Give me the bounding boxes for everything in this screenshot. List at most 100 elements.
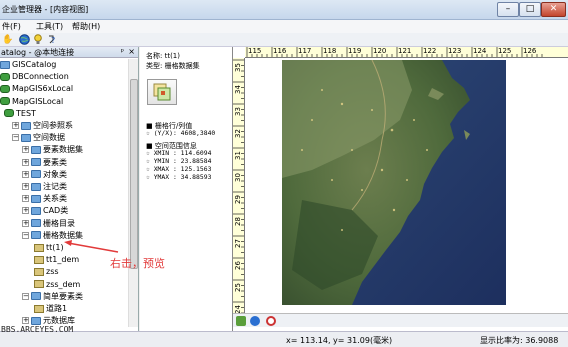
window-title: 企业管理器 - [内容视图]: [2, 5, 89, 14]
svg-text:?: ?: [51, 36, 55, 45]
tree-item[interactable]: + 关系类: [22, 193, 67, 205]
ruler-top-label: 124: [473, 47, 487, 55]
menu-bar: 件(F) 工具(T) 帮助(H): [0, 20, 568, 33]
folder-icon: [31, 219, 41, 228]
properties-panel: 名称: tt(1) 类型: 栅格数据集 ■ 栅格行/列值 ☆ (Y/X): 46…: [140, 47, 233, 347]
dataset-type: 类型: 栅格数据集: [146, 62, 200, 70]
menu-help[interactable]: 帮助(H): [72, 21, 100, 32]
tree-item[interactable]: zss: [34, 266, 59, 278]
ruler-left-label: 33: [234, 107, 242, 116]
tree-item-label: GISCatalog: [12, 60, 57, 69]
folder-icon: [31, 145, 41, 154]
minimize-button[interactable]: –: [497, 2, 519, 17]
help-icon[interactable]: ?: [46, 34, 58, 46]
database-icon: [0, 97, 10, 106]
tree-item-label: 空间参照系: [33, 121, 73, 130]
ruler-top-label: 121: [398, 47, 412, 55]
tree-item[interactable]: + 注记类: [22, 181, 67, 193]
close-button[interactable]: ✕: [541, 2, 566, 17]
expand-toggle-icon[interactable]: +: [22, 158, 29, 166]
layer-icon[interactable]: [236, 316, 246, 326]
tree-item[interactable]: + 要素类: [22, 157, 67, 169]
tree-item[interactable]: 道路1: [34, 303, 67, 315]
tree-item-label: 关系类: [43, 194, 67, 204]
refresh-icon[interactable]: [266, 316, 276, 326]
status-bar: x= 113.14, y= 31.09(毫米) 显示比率为: 36.9088: [0, 331, 568, 347]
bulb-icon[interactable]: [32, 34, 44, 46]
menu-tools[interactable]: 工具(T): [36, 21, 63, 32]
folder-icon: [31, 292, 41, 301]
vertical-scrollbar[interactable]: [128, 59, 138, 327]
database-icon: [4, 109, 14, 118]
tree-item[interactable]: GISCatalog: [0, 59, 56, 71]
folder-icon: [31, 231, 41, 240]
folder-icon: [21, 121, 31, 130]
ruler-left-label: 26: [234, 261, 242, 270]
map-viewer[interactable]: 115 116 117 118 119 120 121 122 123 124 125 126 35 3…: [233, 47, 568, 347]
tree-item[interactable]: zss_dem: [34, 279, 80, 291]
tree-item[interactable]: − 空间数据: [12, 132, 65, 144]
tree-item[interactable]: − 简单要素类: [22, 291, 83, 303]
ruler-left-label: 30: [234, 173, 242, 182]
expand-toggle-icon[interactable]: −: [22, 231, 29, 239]
folder-icon: [31, 158, 41, 167]
folder-icon: [31, 170, 41, 179]
left-ruler: 35 34 33 32 31 30 29 28 27 26 25 24: [233, 58, 245, 313]
tree-item[interactable]: + 要素数据集: [22, 144, 83, 156]
expand-toggle-icon[interactable]: −: [12, 134, 19, 142]
ruler-top-label: 118: [323, 47, 337, 55]
tree-item[interactable]: DBConnection: [0, 71, 69, 83]
maximize-button[interactable]: □: [519, 2, 541, 17]
expand-toggle-icon[interactable]: +: [22, 317, 29, 325]
scrollbar-thumb[interactable]: [130, 79, 138, 269]
tree-item-label: 简单要素类: [43, 291, 83, 301]
catalog-title: atalog - @本地连接: [1, 48, 75, 57]
ruler-left-label: 31: [234, 151, 242, 160]
tree-item[interactable]: MapGISLocal: [0, 96, 63, 108]
satellite-raster-image[interactable]: [282, 60, 506, 305]
ruler-top-label: 120: [373, 47, 387, 55]
menu-file[interactable]: 件(F): [2, 21, 21, 32]
rowcol-value: ☆ (Y/X): 4608,3840: [146, 129, 216, 137]
tree-item-label: 注记类: [43, 182, 67, 191]
tree-item[interactable]: + CAD类: [22, 205, 68, 217]
tree-item[interactable]: + 栅格目录: [22, 218, 75, 230]
tree-item[interactable]: TEST: [4, 108, 36, 120]
tree-item[interactable]: + 空间参照系: [12, 120, 73, 132]
expand-toggle-icon[interactable]: +: [12, 122, 19, 129]
display-scale: 显示比率为: 36.9088: [480, 336, 559, 345]
expand-toggle-icon[interactable]: +: [22, 146, 29, 154]
tree-item-label: 元数据库: [43, 316, 75, 326]
hand-icon[interactable]: ✋: [2, 34, 14, 46]
viewer-toolbar: [233, 313, 568, 327]
expand-toggle-icon[interactable]: +: [22, 219, 29, 227]
ruler-top-label: 122: [423, 47, 437, 55]
expand-toggle-icon[interactable]: +: [22, 170, 29, 178]
annotation-text: 右击，预览: [110, 257, 165, 270]
expand-toggle-icon[interactable]: +: [22, 183, 29, 190]
expand-toggle-icon[interactable]: −: [22, 292, 29, 300]
raster-icon: [34, 243, 44, 252]
catalog-header: atalog - @本地连接 ᵖ ×: [0, 47, 138, 58]
globe-view-icon[interactable]: [250, 316, 260, 326]
tree-item[interactable]: MapGIS6xLocal: [0, 83, 73, 95]
tree-item[interactable]: + 对象类: [22, 169, 67, 181]
globe-icon[interactable]: [18, 34, 30, 46]
catalog-panel: atalog - @本地连接 ᵖ × GISCatalog DBConnectio…: [0, 47, 139, 347]
expand-toggle-icon[interactable]: +: [22, 195, 29, 203]
ymin-value: ☆ YMIN : 23.88584: [146, 157, 212, 165]
preview-button[interactable]: [147, 79, 177, 105]
ruler-left-label: 27: [234, 239, 242, 248]
xmin-value: ☆ XMIN : 114.6094: [146, 149, 212, 157]
expand-toggle-icon[interactable]: +: [22, 207, 29, 215]
tree-item-label: 要素类: [43, 157, 67, 167]
close-panel-icon[interactable]: ×: [128, 47, 135, 56]
top-ruler: 115 116 117 118 119 120 121 122 123 124 125 126: [245, 47, 568, 58]
ruler-left-label: 24: [234, 305, 242, 313]
tree-item-label: 道路1: [46, 304, 68, 313]
pin-icon[interactable]: ᵖ: [121, 47, 124, 56]
raster-icon: [34, 280, 44, 289]
ruler-left-label: 35: [234, 63, 242, 72]
xmax-value: ☆ XMAX : 125.1563: [146, 165, 212, 173]
cursor-coordinates: x= 113.14, y= 31.09(毫米): [286, 336, 393, 345]
